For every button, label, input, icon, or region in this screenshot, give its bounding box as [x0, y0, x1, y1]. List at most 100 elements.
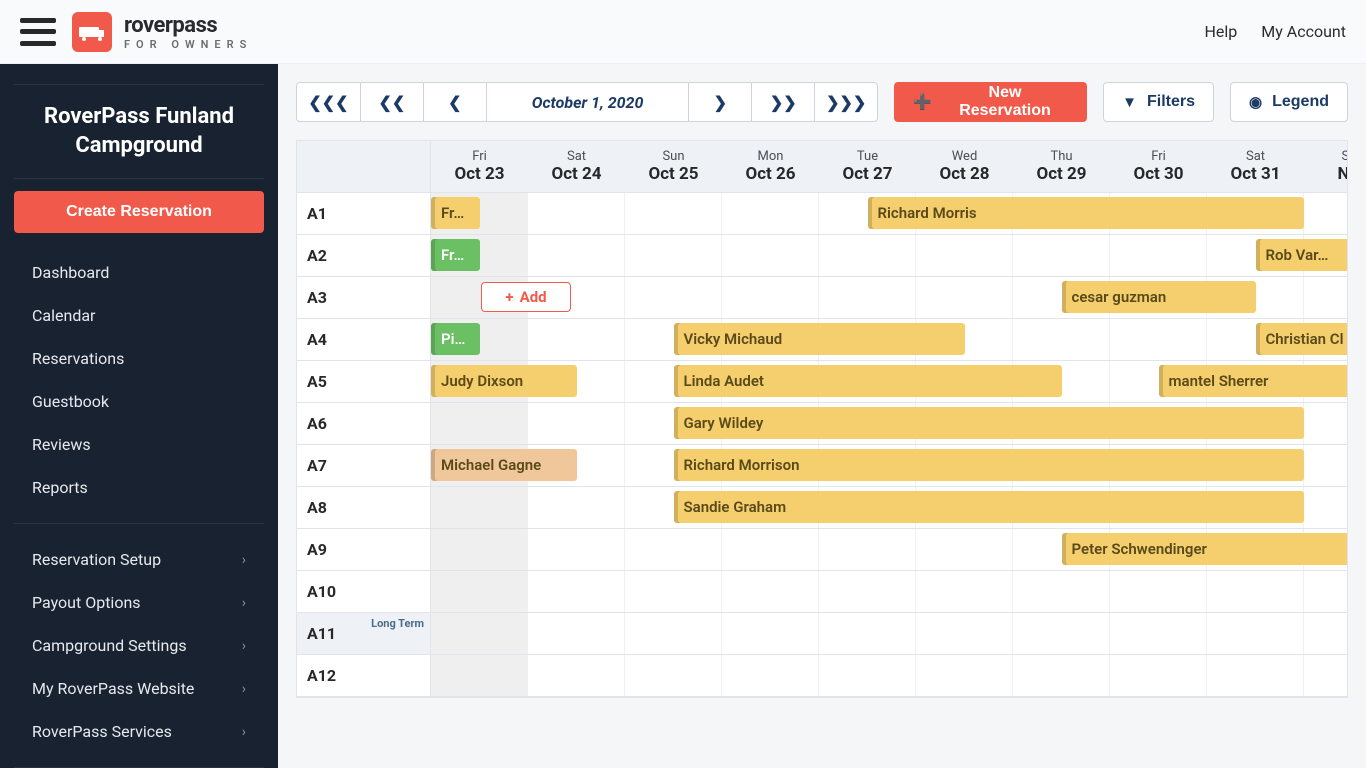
calendar-cell[interactable] [431, 529, 528, 570]
row-cells[interactable] [431, 655, 1348, 696]
row-cells[interactable]: Judy DixsonLinda Audetmantel Sherrer [431, 361, 1348, 402]
sidebar-item-guestbook[interactable]: Guestbook [0, 380, 278, 423]
calendar-cell[interactable] [528, 193, 625, 234]
row-cells[interactable]: Sandie Graham [431, 487, 1348, 528]
create-reservation-button[interactable]: Create Reservation [14, 191, 264, 233]
calendar-cell[interactable] [916, 613, 1013, 654]
calendar-cell[interactable] [819, 571, 916, 612]
reservation-block[interactable]: Christian Cl [1256, 323, 1349, 355]
site-label[interactable]: A6 [297, 403, 431, 444]
calendar-cell[interactable] [819, 529, 916, 570]
row-cells[interactable]: Fr… Richard Morris [431, 193, 1348, 234]
nav-back-1-icon[interactable]: ❮ [423, 83, 486, 121]
reservation-block[interactable]: Rob Var… [1256, 239, 1349, 271]
sidebar-item-reservation-setup[interactable]: Reservation Setup› [0, 538, 278, 581]
calendar-cell[interactable] [916, 277, 1013, 318]
calendar-cell[interactable] [722, 235, 819, 276]
calendar-cell[interactable] [528, 613, 625, 654]
calendar-cell[interactable] [722, 529, 819, 570]
legend-button[interactable]: ◉Legend [1230, 82, 1348, 122]
calendar-cell[interactable] [1304, 487, 1348, 528]
calendar-cell[interactable] [528, 403, 625, 444]
calendar-cell[interactable] [1013, 571, 1110, 612]
sidebar-item-payout-options[interactable]: Payout Options› [0, 581, 278, 624]
calendar-cell[interactable] [431, 655, 528, 696]
nav-back-3-icon[interactable]: ❮❮❮ [297, 83, 360, 121]
calendar-cell[interactable] [625, 529, 722, 570]
calendar-cell[interactable] [528, 529, 625, 570]
row-cells[interactable]: Peter Schwendinger [431, 529, 1348, 570]
calendar-cell[interactable] [1304, 193, 1348, 234]
calendar-cell[interactable] [625, 193, 722, 234]
site-label[interactable]: A4 [297, 319, 431, 360]
row-cells[interactable]: +Add cesar guzman [431, 277, 1348, 318]
calendar-cell[interactable] [431, 487, 528, 528]
row-cells[interactable]: Michael GagneRichard Morrison [431, 445, 1348, 486]
calendar-cell[interactable] [1013, 655, 1110, 696]
calendar-cell[interactable] [916, 235, 1013, 276]
site-label[interactable]: A11Long Term [297, 613, 431, 654]
calendar-cell[interactable] [431, 613, 528, 654]
calendar-cell[interactable] [1110, 571, 1207, 612]
reservation-block[interactable]: Sandie Graham [674, 491, 1305, 523]
sidebar-item-dashboard[interactable]: Dashboard [0, 251, 278, 294]
calendar-cell[interactable] [528, 235, 625, 276]
sidebar-item-roverpass-services[interactable]: RoverPass Services› [0, 710, 278, 753]
row-cells[interactable] [431, 613, 1348, 654]
calendar-cell[interactable] [1013, 319, 1110, 360]
calendar-cell[interactable] [431, 403, 528, 444]
add-reservation-button[interactable]: +Add [481, 282, 571, 312]
calendar-cell[interactable] [722, 655, 819, 696]
calendar-cell[interactable] [1013, 613, 1110, 654]
site-label[interactable]: A3 [297, 277, 431, 318]
reservation-block[interactable]: Michael Gagne [431, 449, 577, 481]
calendar-cell[interactable] [1304, 571, 1348, 612]
row-cells[interactable]: Gary Wildey [431, 403, 1348, 444]
nav-forward-3-icon[interactable]: ❯❯❯ [814, 83, 877, 121]
calendar-cell[interactable] [722, 193, 819, 234]
calendar-cell[interactable] [916, 529, 1013, 570]
calendar-cell[interactable] [528, 655, 625, 696]
sidebar-item-reservations[interactable]: Reservations [0, 337, 278, 380]
reservation-block[interactable]: Richard Morris [868, 197, 1305, 229]
new-reservation-button[interactable]: ➕New Reservation [894, 82, 1087, 122]
site-label[interactable]: A1 [297, 193, 431, 234]
calendar-cell[interactable] [1013, 235, 1110, 276]
filters-button[interactable]: ▼Filters [1103, 82, 1214, 122]
calendar-cell[interactable] [1207, 571, 1304, 612]
calendar-cell[interactable] [916, 655, 1013, 696]
reservation-block[interactable]: Fr… [431, 239, 480, 271]
sidebar-item-reviews[interactable]: Reviews [0, 423, 278, 466]
current-date[interactable]: October 1, 2020 [486, 83, 689, 121]
reservation-block[interactable]: Gary Wildey [674, 407, 1305, 439]
nav-forward-2-icon[interactable]: ❯❯ [751, 83, 814, 121]
sidebar-item-reports[interactable]: Reports [0, 466, 278, 509]
calendar-cell[interactable] [1304, 403, 1348, 444]
calendar-cell[interactable] [819, 613, 916, 654]
reservation-block[interactable]: Linda Audet [674, 365, 1062, 397]
reservation-block[interactable]: Pi… [431, 323, 480, 355]
calendar-cell[interactable] [528, 487, 625, 528]
row-cells[interactable]: Pi… Vicky Michaud Christian Cl [431, 319, 1348, 360]
calendar-cell[interactable] [1207, 655, 1304, 696]
site-label[interactable]: A5 [297, 361, 431, 402]
calendar-cell[interactable] [1110, 235, 1207, 276]
calendar-cell[interactable] [625, 655, 722, 696]
help-link[interactable]: Help [1205, 22, 1238, 41]
calendar-cell[interactable] [1207, 613, 1304, 654]
sidebar-item-my-roverpass-website[interactable]: My RoverPass Website› [0, 667, 278, 710]
calendar-cell[interactable] [1110, 613, 1207, 654]
calendar-cell[interactable] [916, 571, 1013, 612]
calendar-cell[interactable] [1304, 445, 1348, 486]
reservation-block[interactable]: cesar guzman [1062, 281, 1256, 313]
reservation-block[interactable]: Vicky Michaud [674, 323, 965, 355]
calendar-cell[interactable] [819, 655, 916, 696]
calendar-cell[interactable] [528, 571, 625, 612]
reservation-block[interactable]: Peter Schwendinger [1062, 533, 1349, 565]
calendar-cell[interactable] [1304, 613, 1348, 654]
site-label[interactable]: A8 [297, 487, 431, 528]
nav-back-2-icon[interactable]: ❮❮ [360, 83, 423, 121]
reservation-block[interactable]: Fr… [431, 197, 480, 229]
sidebar-item-campground-settings[interactable]: Campground Settings› [0, 624, 278, 667]
site-label[interactable]: A10 [297, 571, 431, 612]
